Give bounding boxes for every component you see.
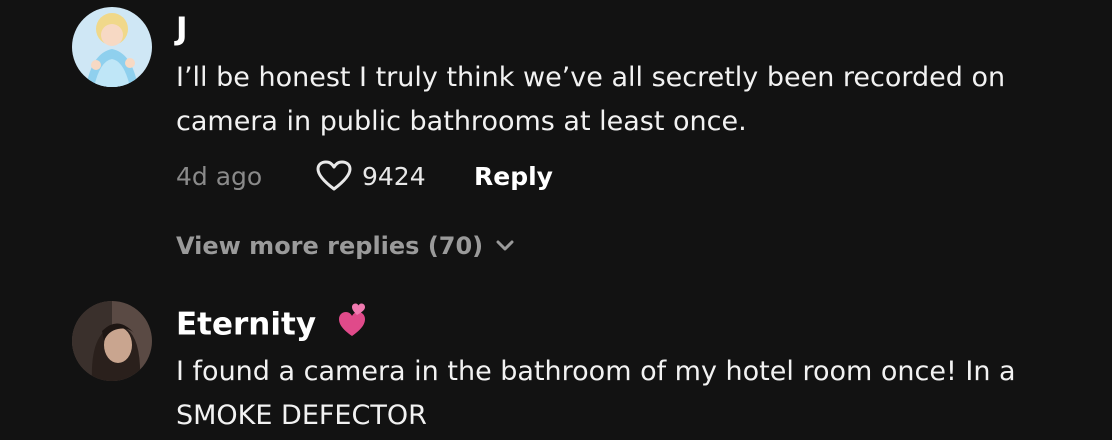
- like-count: 9424: [362, 161, 426, 191]
- comment-actions: 4d ago 9424 Reply: [176, 158, 553, 194]
- username-text: Eternity: [176, 306, 317, 343]
- comment-item: Eternity I found a camera in the bathroo…: [0, 280, 1112, 440]
- like-button[interactable]: 9424: [316, 160, 474, 192]
- timestamp: 4d ago: [176, 161, 263, 191]
- cartoon-princess-avatar-icon: [72, 7, 152, 87]
- user-photo-avatar-icon: [72, 301, 152, 381]
- comment-text: I’ll be honest I truly think we’ve all s…: [176, 62, 1006, 137]
- heart-icon: [316, 160, 352, 191]
- reply-button[interactable]: Reply: [474, 162, 553, 191]
- comment-item: J I’ll be honest I truly think we’ve all…: [0, 0, 1112, 280]
- avatar[interactable]: [72, 301, 152, 381]
- username[interactable]: J: [176, 9, 188, 49]
- username[interactable]: Eternity: [176, 302, 370, 350]
- view-more-replies-button[interactable]: View more replies (70): [176, 232, 515, 260]
- chevron-down-icon: [496, 240, 514, 251]
- two-hearts-icon: [326, 302, 370, 350]
- comment-text: I found a camera in the bathroom of my h…: [176, 356, 1016, 431]
- avatar[interactable]: [72, 7, 152, 87]
- view-more-replies-label: View more replies (70): [176, 232, 484, 260]
